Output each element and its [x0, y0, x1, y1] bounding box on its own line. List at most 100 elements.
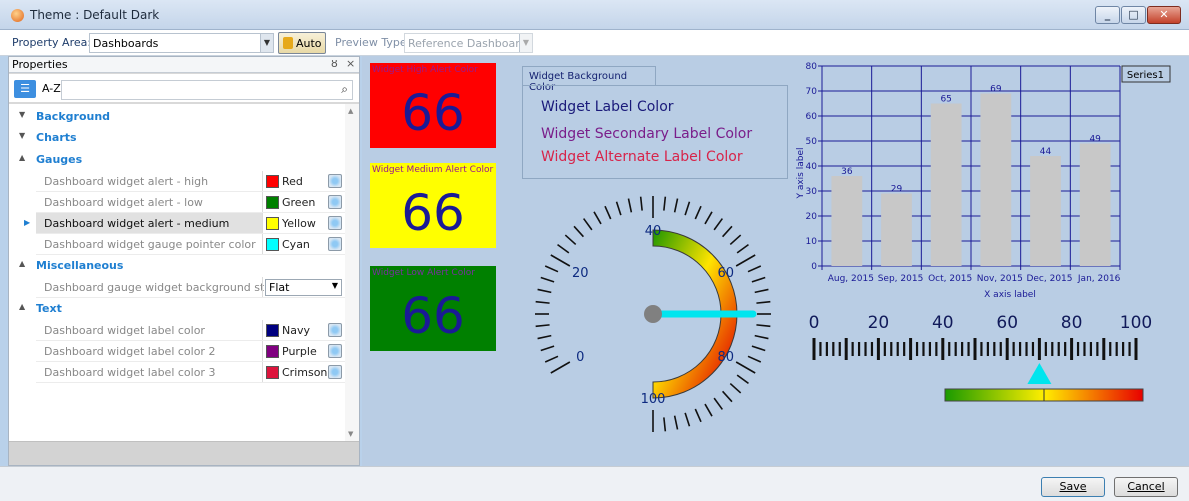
- color-value-cell[interactable]: Cyan: [262, 234, 345, 254]
- dropdown-value: Flat: [269, 281, 290, 294]
- gauge-scale-label: 20: [572, 266, 589, 281]
- selected-row-icon: ▶: [24, 218, 31, 227]
- color-value-cell[interactable]: Yellow: [262, 213, 345, 233]
- sort-az-button[interactable]: A-Z: [42, 82, 61, 95]
- bar: [1079, 143, 1111, 266]
- preview-type-dropdown[interactable]: Reference Dashboard ▼: [404, 33, 533, 53]
- property-row-gauge-background-style[interactable]: Dashboard gauge widget background style …: [36, 277, 345, 298]
- color-value-cell[interactable]: Navy: [262, 320, 345, 340]
- gauge-minor-tick: [540, 276, 555, 283]
- property-row-label-color-2[interactable]: Dashboard widget label color 2 Purple: [36, 341, 345, 362]
- gauge-minor-tick: [535, 300, 550, 304]
- property-row-gauge-pointer[interactable]: Dashboard widget gauge pointer color Cya…: [36, 234, 345, 255]
- category-text[interactable]: ▲ Text: [9, 298, 345, 319]
- property-row-label-color-3[interactable]: Dashboard widget label color 3 Crimson: [36, 362, 345, 383]
- bar-data-label: 36: [841, 167, 853, 177]
- widget-value: 66: [401, 84, 465, 142]
- x-tick-label: Dec, 2015: [1026, 274, 1072, 284]
- color-picker-icon[interactable]: [328, 195, 342, 209]
- category-background[interactable]: ▼ Background: [9, 106, 345, 127]
- properties-header: Properties ȣ ×: [9, 57, 359, 73]
- window-title: Theme : Default Dark: [30, 8, 160, 22]
- cancel-button[interactable]: Cancel: [1114, 477, 1178, 497]
- category-label: Gauges: [36, 153, 83, 166]
- y-tick-label: 60: [806, 112, 818, 122]
- chevron-down-icon: ▼: [260, 34, 273, 52]
- gauge-minor-tick: [721, 390, 733, 403]
- color-picker-icon[interactable]: [328, 323, 342, 337]
- gauge-minor-tick: [557, 243, 570, 254]
- bar-data-label: 29: [891, 185, 903, 195]
- color-picker-icon[interactable]: [328, 216, 342, 230]
- gauge-scale-label: 80: [717, 350, 734, 365]
- categorized-view-icon[interactable]: ☰: [14, 80, 36, 98]
- category-label: Background: [36, 110, 111, 123]
- bar-data-label: 65: [940, 95, 951, 105]
- gauge-minor-tick: [756, 324, 771, 328]
- gauge-minor-tick: [756, 300, 771, 304]
- linear-gauge: 0 20 40 60 80 100: [809, 313, 1152, 402]
- color-picker-icon[interactable]: [328, 365, 342, 379]
- maximize-button[interactable]: □: [1121, 6, 1146, 24]
- widget-label: Widget Medium Alert Color: [372, 165, 494, 175]
- color-name: Cyan: [282, 238, 310, 251]
- x-tick-label: Aug, 2015: [828, 274, 874, 284]
- category-gauges[interactable]: ▲ Gauges: [9, 149, 345, 170]
- color-picker-icon[interactable]: [328, 237, 342, 251]
- background-style-dropdown[interactable]: Flat ▼: [265, 279, 342, 296]
- color-name: Red: [282, 175, 303, 188]
- linear-scale-label: 20: [868, 313, 890, 333]
- bar-data-label: 44: [1040, 147, 1052, 157]
- color-value-cell[interactable]: Red: [262, 171, 345, 191]
- panel-close-icon[interactable]: ×: [346, 57, 355, 70]
- color-value-cell[interactable]: Crimson: [262, 362, 345, 382]
- lock-icon: [283, 37, 293, 49]
- save-button[interactable]: Save: [1041, 477, 1105, 497]
- category-miscellaneous[interactable]: ▲ Miscellaneous: [9, 255, 345, 276]
- gauge-minor-tick: [754, 334, 769, 340]
- bar: [930, 103, 962, 266]
- color-swatch: [266, 175, 279, 188]
- category-charts[interactable]: ▼ Charts: [9, 127, 345, 148]
- properties-title: Properties: [12, 58, 68, 71]
- gauge-minor-tick: [673, 415, 679, 430]
- color-value-cell[interactable]: Green: [262, 192, 345, 212]
- gauge-major-tick: [550, 254, 571, 267]
- gauge-minor-tick: [729, 382, 742, 394]
- pin-icon[interactable]: ȣ: [331, 57, 338, 70]
- color-picker-icon[interactable]: [328, 174, 342, 188]
- gauge-minor-tick: [694, 205, 702, 220]
- y-tick-label: 30: [806, 187, 818, 197]
- property-row-label-color[interactable]: Dashboard widget label color Navy: [36, 320, 345, 341]
- property-area-dropdown[interactable]: Dashboards ▼: [89, 33, 274, 53]
- gauge-major-tick: [735, 254, 756, 267]
- scroll-down-icon[interactable]: ▼: [348, 430, 353, 438]
- property-row-alert-low[interactable]: Dashboard widget alert - low Green: [36, 192, 345, 213]
- style-value-cell[interactable]: Flat ▼: [262, 277, 345, 297]
- gauge-minor-tick: [684, 201, 691, 216]
- bar: [980, 93, 1012, 266]
- scroll-up-icon[interactable]: ▲: [348, 107, 353, 115]
- minimize-button[interactable]: _: [1095, 6, 1120, 24]
- gauge-minor-tick: [729, 234, 742, 246]
- x-axis-label: X axis label: [984, 290, 1036, 300]
- color-value-cell[interactable]: Purple: [262, 341, 345, 361]
- property-row-alert-medium[interactable]: Dashboard widget alert - medium Yellow: [36, 213, 345, 234]
- color-name: Purple: [282, 345, 317, 358]
- color-swatch: [266, 324, 279, 337]
- legend-series-name: Series1: [1127, 70, 1164, 81]
- auto-button[interactable]: Auto: [278, 32, 326, 54]
- search-input[interactable]: ⌕: [61, 80, 353, 100]
- color-picker-icon[interactable]: [328, 344, 342, 358]
- gauge-minor-tick: [694, 408, 702, 423]
- property-row-alert-high[interactable]: Dashboard widget alert - high Red: [36, 171, 345, 192]
- gauge-minor-tick: [747, 265, 762, 273]
- close-button[interactable]: ✕: [1147, 6, 1181, 24]
- property-name: Dashboard widget label color 3: [44, 366, 216, 379]
- gauge-scale-label: 0: [576, 350, 584, 365]
- gauge-minor-tick: [540, 345, 555, 352]
- property-area-value: Dashboards: [93, 37, 159, 50]
- property-grid-scrollbar[interactable]: ▲ ▼: [345, 104, 359, 441]
- gauge-minor-tick: [627, 198, 633, 213]
- expanded-icon: ▲: [19, 302, 26, 311]
